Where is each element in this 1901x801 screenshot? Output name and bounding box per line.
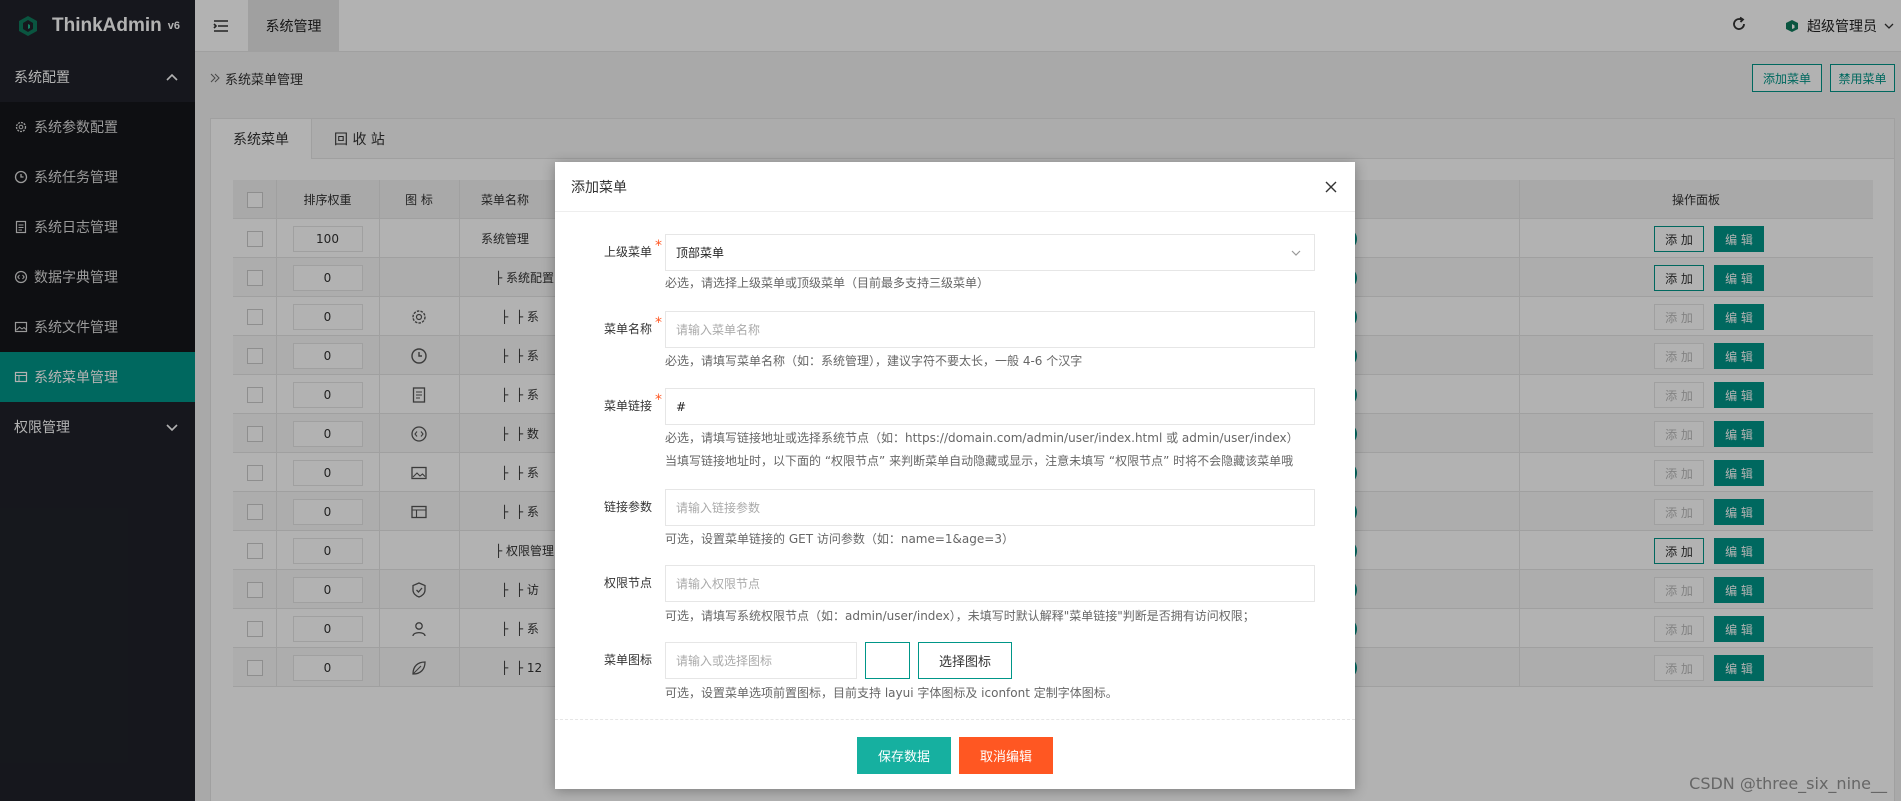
link-params-hint: 可选，设置菜单链接的 GET 访问参数（如：name=1&age=3） [665,532,1014,546]
menu-link-hint-2: 当填写链接地址时，以下面的 “权限节点” 来判断菜单自动隐藏或显示，注意未填写 … [665,454,1294,468]
choose-icon-button[interactable]: 选择图标 [918,642,1012,679]
menu-name-hint: 必选，请填写菜单名称（如：系统管理），建议字符不要太长，一般 4-6 个汉字 [665,354,1083,368]
menu-link-hint: 必选，请填写链接地址或选择系统节点（如：https://domain.com/a… [665,431,1299,445]
add-menu-dialog: 添加菜单 上级菜单 * 顶部菜单 必选，请选择上级菜单或顶级菜单（目前最多支持三… [555,162,1355,789]
dialog-title: 添加菜单 [555,162,1355,212]
close-icon[interactable] [1323,179,1339,195]
icon-preview [865,642,910,679]
permission-node-input[interactable]: 请输入权限节点 [665,565,1315,602]
menu-link-label: 菜单链接 [603,399,652,413]
menu-name-label: 菜单名称 [603,322,652,336]
parent-menu-hint: 必选，请选择上级菜单或顶级菜单（目前最多支持三级菜单） [665,276,990,290]
menu-icon-input[interactable]: 请输入或选择图标 [665,642,857,679]
link-params-input[interactable]: 请输入链接参数 [665,489,1315,526]
dialog-footer: 保存数据 取消编辑 [555,719,1355,789]
cancel-button[interactable]: 取消编辑 [959,737,1053,774]
menu-icon-hint: 可选，设置菜单选项前置图标，目前支持 layui 字体图标及 iconfont … [665,686,1118,700]
menu-name-input[interactable]: 请输入菜单名称 [665,311,1315,348]
menu-icon-label: 菜单图标 [603,653,652,667]
parent-menu-value: 顶部菜单 [676,246,725,260]
required-mark: * [655,315,662,331]
watermark: CSDN @three_six_nine__ [1689,774,1887,793]
menu-link-input[interactable]: # [665,388,1315,425]
required-mark: * [655,238,662,254]
link-params-label: 链接参数 [603,500,652,514]
required-mark: * [655,392,662,408]
parent-menu-label: 上级菜单 [603,245,652,259]
save-button[interactable]: 保存数据 [857,737,951,774]
permission-node-label: 权限节点 [603,576,652,590]
permission-node-hint: 可选，请填写系统权限节点（如：admin/user/index），未填写时默认解… [665,609,1255,623]
parent-menu-select[interactable]: 顶部菜单 [665,234,1315,271]
chevron-down-icon [1291,250,1301,256]
